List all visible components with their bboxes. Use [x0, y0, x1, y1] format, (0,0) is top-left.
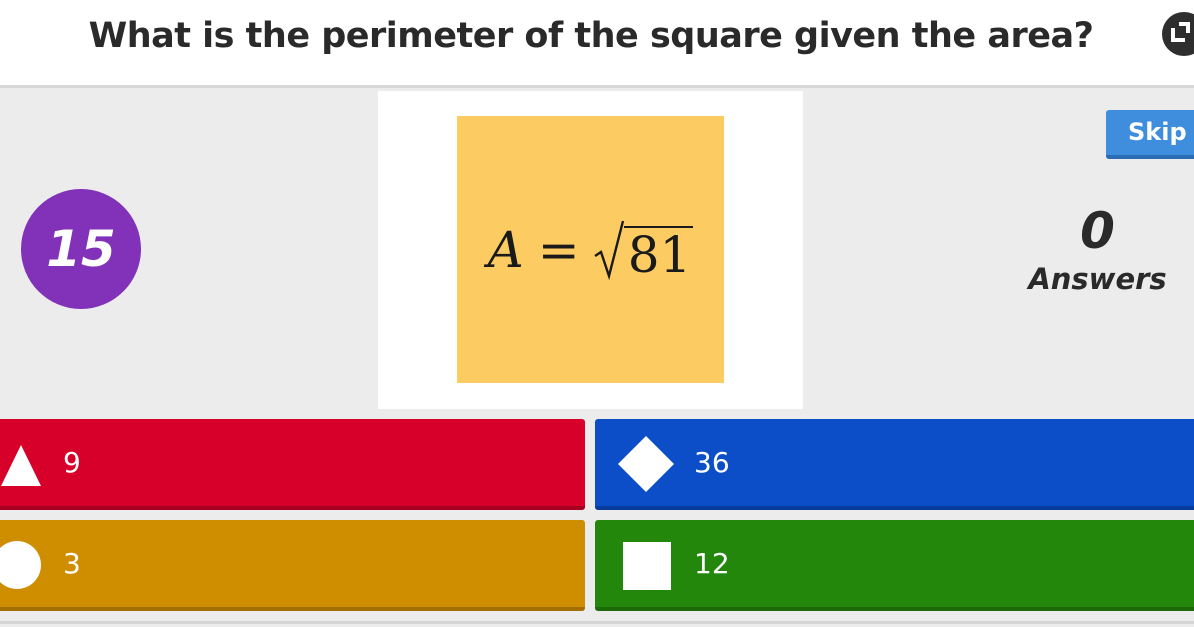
formula-card: A = 81 — [457, 116, 724, 383]
answer-option-square[interactable]: 12 — [595, 520, 1194, 611]
answer-text: 9 — [63, 446, 81, 479]
formula-equals: = — [537, 220, 580, 279]
answers-count-value: 0 — [1080, 202, 1115, 260]
formula-radicand: 81 — [623, 225, 694, 280]
answer-text: 36 — [694, 446, 730, 479]
answer-option-triangle[interactable]: 9 — [0, 419, 585, 510]
answer-text: 12 — [694, 547, 730, 580]
answer-option-circle[interactable]: 3 — [0, 520, 585, 611]
question-media-panel: A = 81 — [378, 91, 803, 409]
question-header: What is the perimeter of the square give… — [0, 0, 1194, 88]
square-icon — [623, 542, 671, 590]
diamond-icon — [618, 436, 674, 492]
footer-divider — [0, 621, 1194, 624]
answers-counter: 0 Answers — [1000, 200, 1194, 296]
triangle-icon — [1, 445, 41, 486]
area-formula: A = 81 — [488, 220, 694, 280]
radical-sign-icon — [594, 220, 624, 280]
answers-count-label: Answers — [1028, 262, 1167, 296]
skip-button[interactable]: Skip — [1106, 110, 1194, 159]
formula-variable: A — [487, 220, 524, 279]
answer-option-diamond[interactable]: 36 — [595, 419, 1194, 510]
question-title: What is the perimeter of the square give… — [88, 16, 1094, 56]
countdown-timer: 15 — [21, 189, 141, 309]
square-root: 81 — [594, 220, 694, 280]
answer-text: 3 — [63, 547, 81, 580]
circle-icon — [0, 541, 41, 589]
